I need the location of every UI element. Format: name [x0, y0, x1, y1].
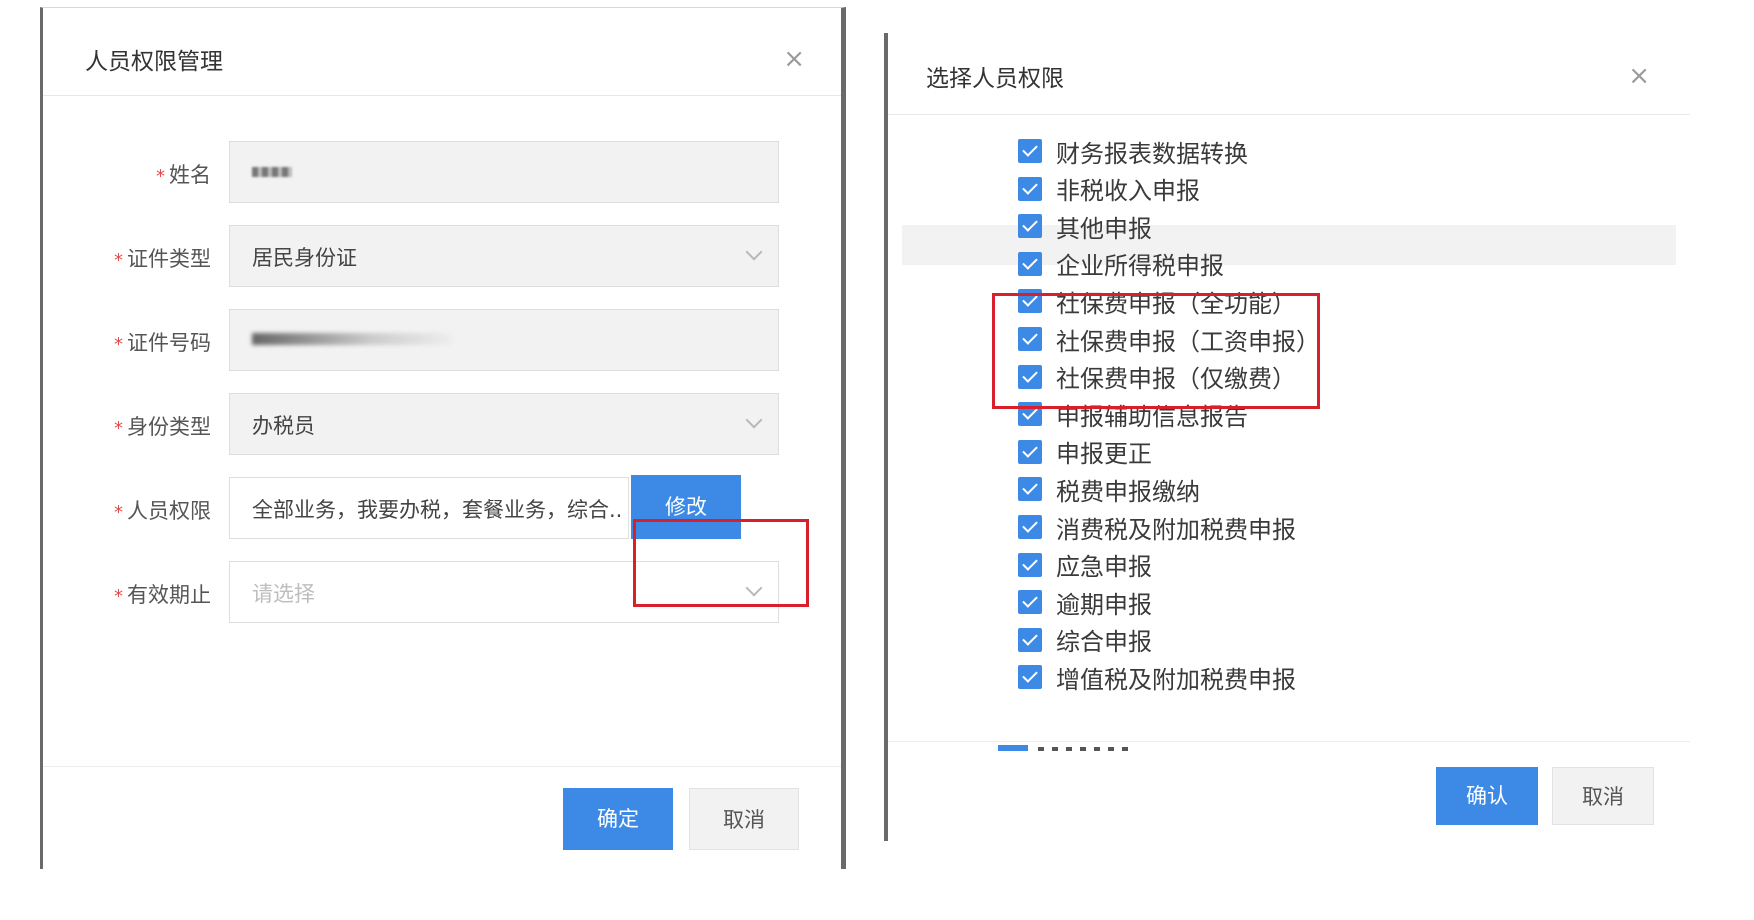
permission-item[interactable]: 税费申报缴纳	[1018, 473, 1200, 506]
partial-item-label	[1038, 747, 1128, 751]
checkbox-checked-icon[interactable]	[1018, 477, 1042, 502]
permissions-value: 全部业务，我要办税，套餐业务，综合..	[252, 498, 623, 522]
checkbox-checked-icon[interactable]	[1018, 251, 1042, 276]
permission-item-label: 增值税及附加税费申报	[1056, 665, 1296, 694]
valid-until-label: * 有效期止	[114, 583, 211, 607]
permission-item[interactable]: 综合申报	[1018, 624, 1152, 656]
permission-item[interactable]: 申报更正	[1018, 436, 1152, 468]
highlight-box	[992, 293, 1320, 409]
form-row-name: * 姓名	[43, 141, 841, 203]
permissions-field[interactable]: 全部业务，我要办税，套餐业务，综合..	[229, 477, 629, 539]
permission-item-label: 应急申报	[1056, 553, 1152, 582]
close-icon[interactable]: ×	[783, 46, 805, 72]
identity-type-label: * 身份类型	[114, 415, 211, 439]
identity-type-value: 办税员	[252, 414, 315, 438]
cancel-button[interactable]: 取消	[1552, 767, 1654, 825]
name-label: * 姓名	[156, 163, 211, 187]
select-permission-dialog: 选择人员权限 × 财务报表数据转换 非税收入申报 其他申报 企业所得税申报 社保费申报（…	[884, 33, 1690, 841]
permission-item[interactable]: 增值税及附加税费申报	[1018, 661, 1296, 694]
permission-item[interactable]: 逾期申报	[1018, 586, 1152, 619]
permission-item[interactable]: 财务报表数据转换	[1018, 135, 1248, 168]
permission-item-label: 综合申报	[1056, 628, 1152, 657]
permission-item[interactable]: 应急申报	[1018, 549, 1152, 581]
checkbox-checked-icon[interactable]	[1018, 439, 1042, 464]
dialog-header: 选择人员权限 ×	[888, 33, 1690, 115]
permission-item[interactable]: 企业所得税申报	[1018, 248, 1224, 280]
permission-item-label: 其他申报	[1056, 214, 1152, 243]
name-input[interactable]	[229, 141, 779, 203]
redacted-id-number	[252, 333, 452, 345]
permission-item-label: 消费税及附加税费申报	[1056, 515, 1296, 544]
id-type-label: * 证件类型	[114, 247, 211, 271]
checkbox-checked-icon[interactable]	[1018, 515, 1042, 539]
highlight-box	[633, 519, 809, 607]
required-star: *	[114, 502, 123, 523]
partial-checkbox	[998, 745, 1028, 751]
checkbox-checked-icon[interactable]	[1018, 552, 1042, 577]
chevron-down-icon	[745, 243, 763, 261]
checkbox-checked-icon[interactable]	[1018, 176, 1042, 201]
chevron-down-icon	[745, 411, 763, 429]
confirm-button[interactable]: 确认	[1436, 767, 1538, 825]
form-row-id-number: * 证件号码	[43, 309, 841, 371]
id-type-select[interactable]: 居民身份证	[229, 225, 779, 287]
permission-item[interactable]: 消费税及附加税费申报	[1018, 511, 1296, 544]
permission-item[interactable]: 非税收入申报	[1018, 173, 1200, 205]
dialog-title: 选择人员权限	[926, 66, 1064, 92]
form-row-identity-type: * 身份类型 办税员	[43, 393, 841, 455]
identity-type-select[interactable]: 办税员	[229, 393, 779, 455]
permission-item-label: 税费申报缴纳	[1056, 477, 1200, 506]
checkbox-checked-icon[interactable]	[1018, 590, 1042, 615]
dialog-header: 人员权限管理 ×	[43, 8, 841, 96]
required-star: *	[156, 166, 165, 187]
cancel-button[interactable]: 取消	[689, 788, 799, 850]
permission-item-label: 申报更正	[1056, 440, 1152, 469]
redacted-name	[252, 167, 292, 177]
permission-item[interactable]: 其他申报	[1018, 210, 1152, 243]
valid-until-placeholder: 请选择	[252, 582, 315, 606]
required-star: *	[114, 586, 123, 607]
checkbox-checked-icon[interactable]	[1018, 665, 1042, 690]
permission-item-label: 逾期申报	[1056, 590, 1152, 619]
checkbox-checked-icon[interactable]	[1018, 139, 1042, 163]
permission-item-label: 非税收入申报	[1056, 177, 1200, 206]
footer-divider	[888, 741, 1690, 742]
checkbox-checked-icon[interactable]	[1018, 214, 1042, 239]
form-row-id-type: * 证件类型 居民身份证	[43, 225, 841, 287]
dialog-title: 人员权限管理	[85, 49, 223, 75]
personnel-permission-dialog: 人员权限管理 × * 姓名 * 证件类型 居民身份证 * 证件号码 * 身份类型 办税员…	[40, 7, 846, 869]
footer-divider	[43, 766, 841, 767]
checkbox-checked-icon[interactable]	[1018, 627, 1042, 652]
required-star: *	[114, 334, 123, 355]
permissions-label: * 人员权限	[114, 499, 211, 523]
id-number-input[interactable]	[229, 309, 779, 371]
permission-item-label: 企业所得税申报	[1056, 252, 1224, 281]
required-star: *	[114, 250, 123, 271]
required-star: *	[114, 418, 123, 439]
close-icon[interactable]: ×	[1628, 63, 1650, 89]
id-number-label: * 证件号码	[114, 331, 211, 355]
confirm-button[interactable]: 确定	[563, 788, 673, 850]
id-type-value: 居民身份证	[252, 246, 357, 270]
permission-item-label: 财务报表数据转换	[1056, 139, 1248, 168]
